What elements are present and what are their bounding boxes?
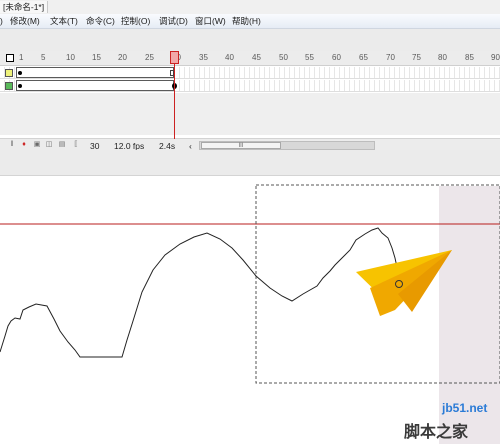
ruler-number: 90 — [491, 53, 500, 62]
layer-color-swatch — [5, 69, 13, 77]
ruler-number: 45 — [252, 53, 261, 62]
playhead-handle[interactable] — [170, 51, 179, 64]
ruler-number: 25 — [145, 53, 154, 62]
menu-debug[interactable]: 调试(D) — [159, 16, 188, 27]
start-keyframe[interactable] — [18, 71, 22, 75]
ruler-number: 1 — [19, 53, 24, 62]
ruler-number: 75 — [412, 53, 421, 62]
timeline-scrollbar[interactable]: III — [199, 141, 375, 150]
playhead-line — [174, 51, 175, 139]
ruler-number: 50 — [279, 53, 288, 62]
menu-window[interactable]: 窗口(W) — [195, 16, 226, 27]
start-keyframe[interactable] — [18, 84, 22, 88]
layer-row-guide[interactable] — [0, 67, 500, 79]
frame-span[interactable] — [16, 67, 174, 78]
stage-canvas[interactable]: jb51.net 脚本之家 — [0, 176, 500, 444]
document-tab[interactable]: [未命名-1*] — [0, 1, 49, 13]
modify-onion-markers-icon[interactable]: ⟦ — [72, 141, 80, 149]
ruler-number: 5 — [41, 53, 46, 62]
keyframe-icon — [6, 54, 14, 62]
ruler-number: 60 — [332, 53, 341, 62]
ruler-number: 10 — [66, 53, 75, 62]
scrollbar-thumb[interactable]: III — [201, 142, 281, 149]
playhead-icon[interactable]: ♦ — [20, 141, 28, 149]
onion-skin-icon[interactable]: ▣ — [33, 141, 41, 149]
menu-text[interactable]: 文本(T) — [50, 16, 78, 27]
layer-color-swatch — [5, 82, 13, 90]
timeline-empty-area — [0, 93, 500, 135]
ruler-number: 80 — [438, 53, 447, 62]
onion-outline-icon[interactable]: ◫ — [45, 141, 53, 149]
ruler-number: 15 — [92, 53, 101, 62]
panel-divider — [0, 150, 500, 176]
title-bar: [未命名-1*] — [0, 0, 500, 14]
menu-commands[interactable]: 命令(C) — [86, 16, 115, 27]
toolbar-area — [0, 29, 500, 51]
ruler-number: 20 — [118, 53, 127, 62]
menu-bar: ) 修改(M) 文本(T) 命令(C) 控制(O) 调试(D) 窗口(W) 帮助… — [0, 14, 500, 29]
frame-span[interactable] — [16, 80, 174, 91]
paper-plane-graphic[interactable] — [356, 250, 452, 316]
menu-control[interactable]: 控制(O) — [121, 16, 150, 27]
menu-edge-glyph: ) — [0, 16, 3, 26]
stage-drawing — [0, 184, 500, 384]
ruler-number: 40 — [225, 53, 234, 62]
menu-help[interactable]: 帮助(H) — [232, 16, 261, 27]
ruler-number: 70 — [386, 53, 395, 62]
ruler-number: 35 — [199, 53, 208, 62]
menu-modify[interactable]: 修改(M) — [10, 16, 40, 27]
ruler-number: 65 — [359, 53, 368, 62]
timeline-panel: 1 5 10 15 20 25 30 35 40 45 50 55 60 65 … — [0, 51, 500, 151]
ruler-number: 55 — [305, 53, 314, 62]
watermark-site-name: 脚本之家 — [404, 424, 469, 441]
timeline-ruler[interactable]: 1 5 10 15 20 25 30 35 40 45 50 55 60 65 … — [0, 51, 500, 66]
motion-guide-path[interactable] — [0, 227, 400, 358]
watermark-url: jb51.net — [442, 401, 488, 415]
edit-multiple-frames-icon[interactable]: ▤ — [58, 141, 66, 149]
ruler-number: 85 — [465, 53, 474, 62]
center-frame-icon[interactable]: ‖ — [8, 141, 16, 149]
layer-row-plane[interactable] — [0, 80, 500, 92]
